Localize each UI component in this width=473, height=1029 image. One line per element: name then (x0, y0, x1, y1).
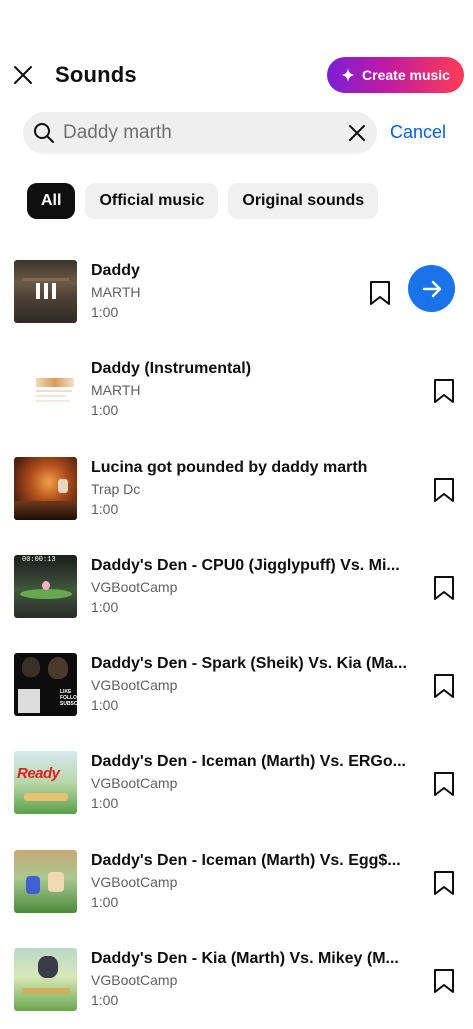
use-sound-button[interactable] (408, 265, 455, 312)
sound-artist: VGBootCamp (91, 972, 178, 989)
thumbnail: Ready (14, 751, 77, 815)
list-item[interactable]: LIKE FOLLOW SUBSCRIBE Daddy's Den - Spar… (0, 636, 473, 734)
thumbnail (14, 948, 77, 1012)
list-item[interactable]: 00:00:13 Daddy's Den - CPU0 (Jigglypuff)… (0, 538, 473, 636)
chip-all[interactable]: All (27, 183, 76, 219)
thumbnail (14, 358, 77, 422)
sound-title: Daddy's Den - Iceman (Marth) Vs. ERGo... (91, 753, 406, 771)
filter-chips: All Official music Original sounds (27, 183, 379, 219)
sound-artist: VGBootCamp (91, 578, 178, 595)
list-item[interactable]: Ready Daddy's Den - Iceman (Marth) Vs. E… (0, 734, 473, 832)
sound-artist: VGBootCamp (91, 873, 178, 890)
search-icon (34, 123, 54, 143)
results-list: Daddy MARTH 1:00 Daddy (Instrumental) MA… (0, 243, 473, 1029)
thumbnail-ready-text: Ready (17, 765, 60, 783)
sound-duration: 1:00 (91, 992, 119, 1009)
sound-duration: 1:00 (91, 598, 119, 615)
close-button[interactable] (10, 62, 36, 88)
bookmark-icon[interactable] (433, 673, 455, 699)
sound-duration: 1:00 (91, 893, 119, 910)
chip-official-music[interactable]: Official music (85, 183, 219, 219)
list-item[interactable]: Daddy (Instrumental) MARTH 1:00 (0, 341, 473, 439)
sparkle-icon (341, 68, 356, 82)
search-row: Cancel (0, 112, 473, 154)
pause-bars-icon (36, 283, 56, 299)
thumbnail-caption: LIKE FOLLOW SUBSCRIBE (60, 689, 77, 708)
sound-artist: MARTH (91, 382, 141, 399)
bookmark-icon[interactable] (433, 968, 455, 994)
chip-original-sounds[interactable]: Original sounds (228, 183, 379, 219)
list-item[interactable]: Daddy's Den - Kia (Marth) Vs. Mikey (M..… (0, 931, 473, 1029)
bookmark-icon[interactable] (433, 378, 455, 404)
sound-duration: 1:00 (91, 402, 119, 419)
search-box[interactable] (23, 112, 377, 154)
sound-artist: MARTH (91, 284, 141, 300)
sound-title: Daddy (91, 262, 140, 279)
sound-title: Daddy's Den - Kia (Marth) Vs. Mikey (M..… (91, 950, 399, 968)
sound-duration: 1:00 (91, 304, 119, 320)
thumbnail (14, 456, 77, 520)
sound-duration: 1:00 (91, 697, 119, 714)
sound-artist: Trap Dc (91, 480, 141, 497)
thumbnail-timestamp: 00:00:13 (22, 555, 56, 564)
list-item[interactable]: Daddy's Den - Iceman (Marth) Vs. Egg$...… (0, 833, 473, 931)
create-music-button[interactable]: Create music (327, 57, 464, 93)
bookmark-icon[interactable] (433, 771, 455, 797)
list-item[interactable]: Daddy MARTH 1:00 (0, 243, 473, 341)
sound-title: Daddy's Den - CPU0 (Jigglypuff) Vs. Mi..… (91, 556, 400, 574)
thumbnail: LIKE FOLLOW SUBSCRIBE (14, 653, 77, 717)
search-input[interactable] (63, 112, 333, 154)
sound-title: Daddy's Den - Iceman (Marth) Vs. Egg$... (91, 851, 401, 869)
sound-duration: 1:00 (91, 795, 119, 812)
bookmark-icon[interactable] (433, 477, 455, 503)
header: Sounds Create music (0, 56, 473, 96)
bookmark-icon[interactable] (369, 280, 391, 306)
sound-title: Daddy (Instrumental) (91, 360, 252, 378)
close-icon (14, 66, 32, 84)
sound-duration: 1:00 (91, 500, 119, 517)
bookmark-icon[interactable] (433, 870, 455, 896)
thumbnail (14, 849, 77, 913)
sound-title: Daddy's Den - Spark (Sheik) Vs. Kia (Ma.… (91, 655, 407, 673)
thumbnail (14, 260, 77, 323)
arrow-right-icon (422, 280, 441, 297)
sound-title: Lucina got pounded by daddy marth (91, 458, 368, 476)
clear-icon[interactable] (347, 123, 367, 143)
sound-artist: VGBootCamp (91, 677, 178, 694)
list-item[interactable]: Lucina got pounded by daddy marth Trap D… (0, 440, 473, 538)
thumbnail: 00:00:13 (14, 554, 77, 618)
bookmark-icon[interactable] (433, 575, 455, 601)
create-music-label: Create music (362, 67, 450, 83)
sound-artist: VGBootCamp (91, 775, 178, 792)
cancel-button[interactable]: Cancel (390, 122, 446, 143)
page-title: Sounds (55, 62, 137, 87)
